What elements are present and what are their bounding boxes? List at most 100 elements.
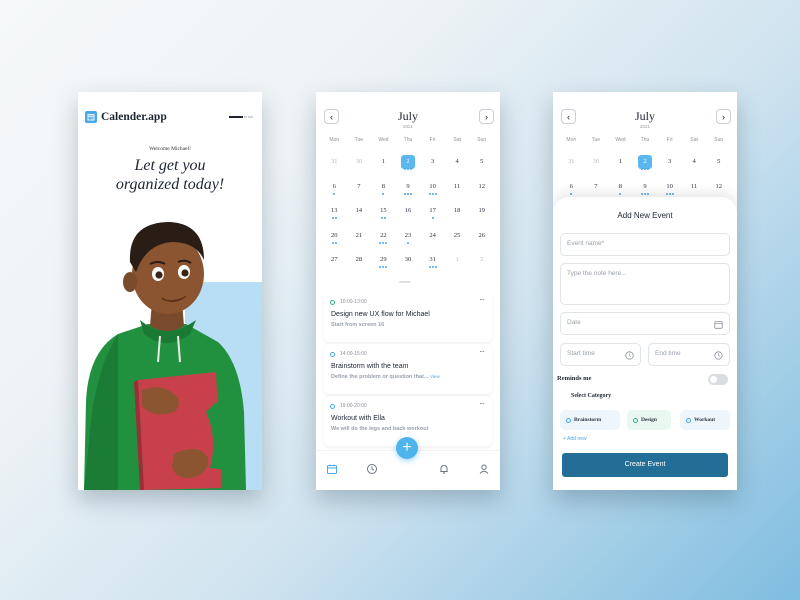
event-time: 10:00-13:00 <box>340 299 367 305</box>
calendar-day[interactable]: 31 <box>420 252 445 277</box>
next-month-button[interactable]: › <box>716 109 731 124</box>
calendar-day[interactable]: 7 <box>347 179 372 204</box>
calendar-day[interactable]: 21 <box>347 228 372 253</box>
event-subtitle-text: Define the problem or question that... <box>331 374 429 380</box>
calendar-day[interactable]: 5 <box>706 154 731 179</box>
calendar-icon[interactable] <box>326 463 338 475</box>
calendar-day[interactable]: 18 <box>445 203 470 228</box>
add-category-link[interactable]: + Add new <box>563 436 587 442</box>
calendar-day[interactable]: 1 <box>371 154 396 179</box>
more-options-icon[interactable]: ··· <box>479 399 485 408</box>
category-chip-design[interactable]: Design <box>627 410 671 430</box>
day-number: 13 <box>331 207 338 214</box>
calendar-day[interactable]: 16 <box>396 203 421 228</box>
clock-icon[interactable] <box>366 463 378 475</box>
calendar-day[interactable]: 3 <box>420 154 445 179</box>
calendar-day[interactable]: 2 <box>396 154 421 179</box>
day-number: 2 <box>480 256 484 263</box>
calendar-day[interactable]: 1 <box>445 252 470 277</box>
event-indicator <box>396 192 421 195</box>
more-options-icon[interactable]: ··· <box>479 347 485 356</box>
category-label: Select Category <box>571 393 612 399</box>
calendar-day[interactable]: 15 <box>371 203 396 228</box>
start-time-field[interactable]: Start time <box>560 343 641 366</box>
drag-handle[interactable] <box>399 281 411 283</box>
calendar-day[interactable]: 10 <box>420 179 445 204</box>
day-number: 1 <box>618 158 623 165</box>
calendar-day[interactable]: 4 <box>682 154 707 179</box>
remind-toggle[interactable] <box>708 374 728 385</box>
event-card[interactable]: 14:00-15:00 ··· Brainstorm with the team… <box>324 344 492 394</box>
calendar-day[interactable]: 6 <box>322 179 347 204</box>
calendar-day[interactable]: 3 <box>657 154 682 179</box>
view-link[interactable]: View <box>430 374 440 379</box>
event-card[interactable]: 10:00-13:00 ··· Design new UX flow for M… <box>324 292 492 342</box>
day-number: 20 <box>331 231 338 239</box>
calendar-day[interactable]: 11 <box>445 179 470 204</box>
day-number: 7 <box>357 182 361 190</box>
profile-icon[interactable] <box>478 463 490 475</box>
calendar-day[interactable]: 20 <box>322 228 347 253</box>
category-chip-workout[interactable]: Workout <box>680 410 730 430</box>
next-month-button[interactable]: › <box>479 109 494 124</box>
day-number: 10 <box>429 182 436 190</box>
calendar-day[interactable]: 27 <box>322 252 347 277</box>
calendar-day[interactable]: 2 <box>469 252 494 277</box>
day-number: 4 <box>455 158 459 165</box>
day-number: 30 <box>592 158 600 165</box>
event-subtitle: We will do the legs and back workout <box>331 426 429 432</box>
chip-label: Design <box>641 417 657 423</box>
calendar-day[interactable]: 29 <box>371 252 396 277</box>
calendar-day[interactable]: 5 <box>469 154 494 179</box>
calendar-day[interactable]: 4 <box>445 154 470 179</box>
event-indicator <box>420 192 445 195</box>
calendar-day[interactable]: 25 <box>445 228 470 253</box>
create-event-button[interactable]: Create Event <box>562 453 728 477</box>
calendar-day[interactable]: 8 <box>371 179 396 204</box>
weekday: Fri <box>429 137 436 143</box>
end-time-field[interactable]: End time <box>648 343 730 366</box>
day-number: 5 <box>717 158 721 165</box>
calendar-day[interactable]: 9 <box>396 179 421 204</box>
note-field[interactable]: Type the note here... <box>560 263 730 305</box>
calendar-day[interactable]: 14 <box>347 203 372 228</box>
calendar-icon <box>714 321 723 329</box>
calendar-day[interactable]: 22 <box>371 228 396 253</box>
bell-icon[interactable] <box>438 463 450 475</box>
event-name-field[interactable]: Event name* <box>560 233 730 256</box>
day-number: 10 <box>666 182 673 190</box>
day-number: 6 <box>569 182 573 190</box>
day-number: 31 <box>429 256 436 263</box>
calendar-day[interactable]: 30 <box>347 154 372 179</box>
calendar-day[interactable]: 13 <box>322 203 347 228</box>
calendar-day[interactable]: 30 <box>584 154 609 179</box>
calendar-day[interactable]: 28 <box>347 252 372 277</box>
category-chip-brainstorm[interactable]: Brainstorm <box>560 410 620 430</box>
calendar-day[interactable]: 31 <box>322 154 347 179</box>
calendar-header: ‹ July 2021 › <box>553 106 737 136</box>
day-number: 17 <box>429 207 436 214</box>
welcome-text: Welcome Michael! <box>149 146 191 152</box>
end-placeholder: End time <box>655 350 681 357</box>
calendar-day[interactable]: 24 <box>420 228 445 253</box>
add-event-button[interactable]: + <box>396 437 418 459</box>
event-indicator <box>371 266 396 268</box>
calendar-day[interactable]: 2 <box>633 154 658 179</box>
event-time: 19:00-20:00 <box>340 403 367 409</box>
more-options-icon[interactable]: ··· <box>479 295 485 304</box>
chevron-right-icon: › <box>722 111 725 122</box>
calendar-day[interactable]: 31 <box>559 154 584 179</box>
date-field[interactable]: Date <box>560 312 730 335</box>
day-number: 7 <box>594 182 598 190</box>
day-number: 12 <box>715 182 722 190</box>
calendar-day[interactable]: 23 <box>396 228 421 253</box>
calendar-day[interactable]: 19 <box>469 203 494 228</box>
calendar-day[interactable]: 17 <box>420 203 445 228</box>
menu-icon[interactable] <box>229 116 253 119</box>
calendar-day[interactable]: 30 <box>396 252 421 277</box>
calendar-day[interactable]: 12 <box>469 179 494 204</box>
chip-label: Brainstorm <box>574 417 602 423</box>
status-dot-icon <box>330 351 335 357</box>
calendar-day[interactable]: 26 <box>469 228 494 253</box>
calendar-day[interactable]: 1 <box>608 154 633 179</box>
